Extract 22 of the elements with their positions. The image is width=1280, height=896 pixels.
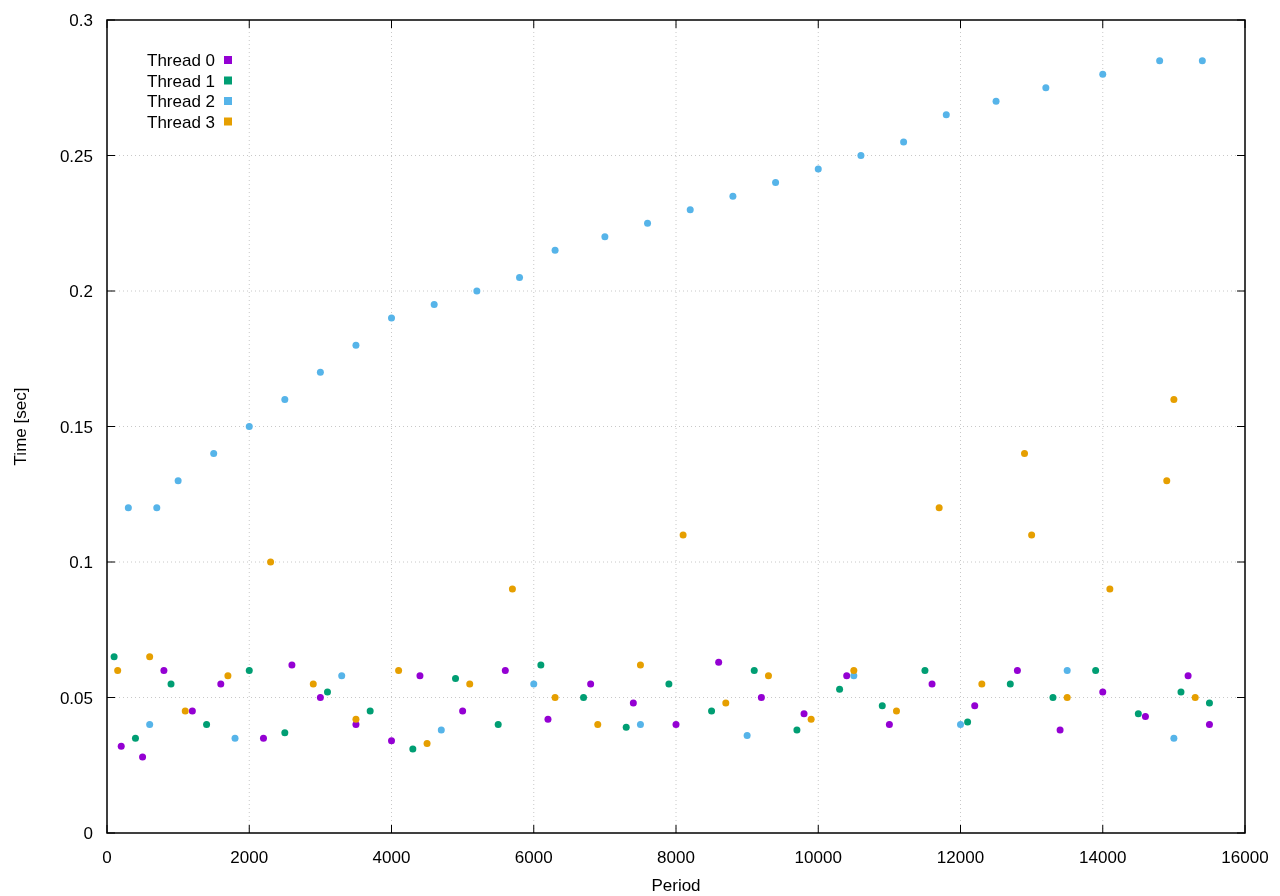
y-axis-label: Time [sec] [11, 387, 30, 466]
x-axis-label: Period [651, 876, 701, 895]
y-tick-label: 0.15 [59, 417, 93, 437]
legend-label: Thread 1 [147, 71, 216, 91]
x-tick-label: 8000 [657, 848, 695, 867]
x-tick-label: 10000 [794, 848, 842, 867]
y-tick-label: 0 [83, 824, 93, 843]
y-tick-label: 0.3 [69, 11, 93, 30]
y-tick-label: 0.1 [69, 553, 93, 572]
y-tick-label: 0.05 [59, 688, 93, 708]
x-tick-label: 6000 [514, 848, 553, 867]
y-tick-label: 0.25 [59, 146, 93, 166]
legend-label: Thread 2 [147, 92, 216, 111]
x-tick-label: 12000 [936, 848, 985, 867]
x-tick-label: 14000 [1079, 848, 1127, 867]
legend-label: Thread 0 [147, 51, 216, 70]
x-tick-label: 4000 [372, 848, 411, 867]
x-tick-label: 16000 [1221, 848, 1269, 867]
y-tick-label: 0.2 [69, 282, 93, 301]
x-tick-label: 0 [102, 848, 112, 867]
x-tick-label: 2000 [230, 848, 269, 867]
legend-label: Thread 3 [147, 112, 216, 132]
